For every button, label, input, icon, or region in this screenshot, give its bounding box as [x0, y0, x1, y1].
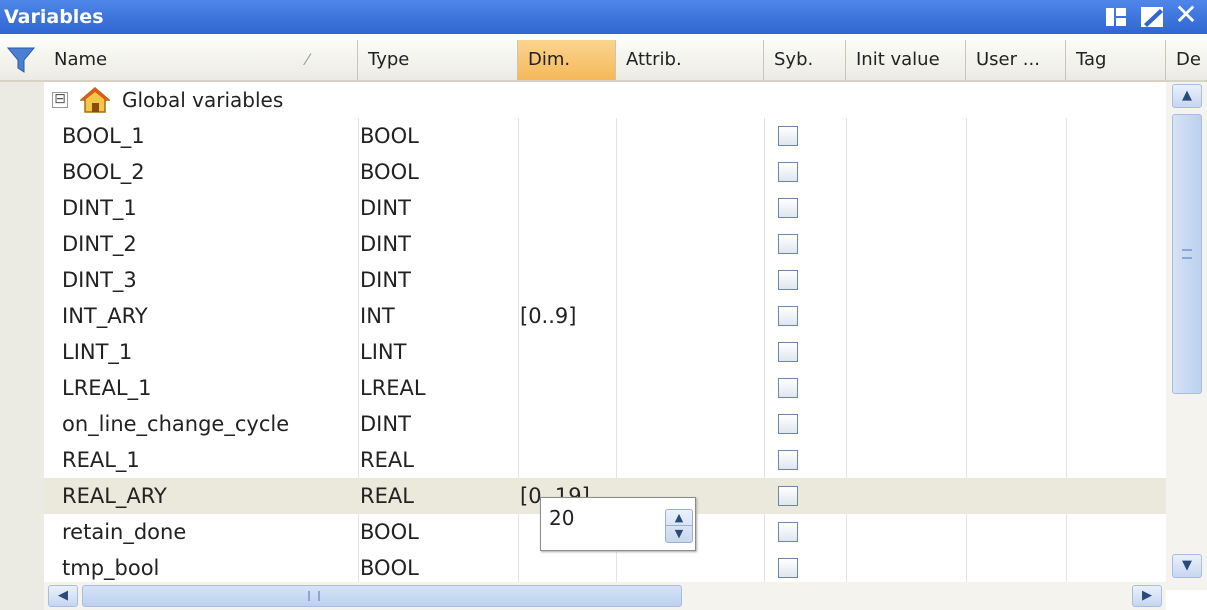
syb-checkbox[interactable] [778, 198, 798, 218]
syb-checkbox[interactable] [778, 378, 798, 398]
table-row[interactable]: DINT_1 DINT [44, 190, 1166, 226]
syb-checkbox[interactable] [778, 126, 798, 146]
header-type[interactable]: Type [358, 40, 518, 80]
panel-titlebar: Variables ✕ [0, 0, 1207, 34]
cell-name: INT_ARY [62, 304, 148, 328]
cell-name: DINT_2 [62, 232, 137, 256]
header-user[interactable]: User ... [966, 40, 1066, 80]
spin-up-icon[interactable]: ▲ [666, 510, 692, 526]
syb-checkbox[interactable] [778, 270, 798, 290]
header-user-label: User ... [976, 49, 1040, 70]
header-tag-label: Tag [1076, 49, 1107, 70]
table-row[interactable]: BOOL_1 BOOL [44, 118, 1166, 154]
syb-checkbox[interactable] [778, 306, 798, 326]
header-attrib[interactable]: Attrib. [616, 40, 764, 80]
column-header-row: Name ⁄ Type Dim. Attrib. Syb. Init value… [0, 40, 1207, 82]
table-row[interactable]: REAL_1 REAL [44, 442, 1166, 478]
cell-name: DINT_1 [62, 196, 137, 220]
syb-checkbox[interactable] [778, 234, 798, 254]
cell-type: BOOL [360, 160, 419, 184]
syb-checkbox[interactable] [778, 522, 798, 542]
scroll-right-icon[interactable]: ▶ [1132, 585, 1162, 607]
header-syb[interactable]: Syb. [764, 40, 846, 80]
cell-type: DINT [360, 196, 411, 220]
header-name[interactable]: Name ⁄ [44, 40, 358, 80]
cell-type: INT [360, 304, 395, 328]
table-row[interactable]: DINT_2 DINT [44, 226, 1166, 262]
home-icon [80, 87, 110, 113]
filter-button[interactable] [0, 40, 44, 80]
table-row[interactable]: on_line_change_cycle DINT [44, 406, 1166, 442]
pin-icon[interactable] [1104, 6, 1128, 28]
spin-down-icon[interactable]: ▼ [666, 526, 692, 542]
cell-name: DINT_3 [62, 268, 137, 292]
header-type-label: Type [368, 49, 410, 70]
panel-title: Variables [4, 6, 104, 28]
scroll-corner [0, 582, 44, 610]
spin-buttons[interactable]: ▲ ▼ [665, 509, 693, 543]
header-dim-label: Dim. [528, 49, 571, 70]
cell-name: on_line_change_cycle [62, 412, 290, 436]
header-dim[interactable]: Dim. [518, 40, 616, 80]
scroll-left-icon[interactable]: ◀ [48, 585, 78, 607]
cell-name: BOOL_1 [62, 124, 145, 148]
syb-checkbox[interactable] [778, 486, 798, 506]
group-row-global[interactable]: ⊟ Global variables [44, 82, 1166, 118]
cell-type: LREAL [360, 376, 426, 400]
vertical-scroll-thumb[interactable] [1172, 114, 1202, 394]
table-row[interactable]: BOOL_2 BOOL [44, 154, 1166, 190]
header-name-label: Name [54, 49, 108, 70]
close-icon[interactable]: ✕ [1172, 1, 1200, 29]
table-row[interactable]: LREAL_1 LREAL [44, 370, 1166, 406]
header-description[interactable]: De [1166, 40, 1207, 80]
cell-type: BOOL [360, 124, 419, 148]
collapse-icon[interactable]: ⊟ [52, 92, 68, 108]
header-syb-label: Syb. [774, 49, 814, 70]
cell-name: LINT_1 [62, 340, 133, 364]
spinner-value[interactable]: 20 [549, 506, 574, 530]
vertical-scrollbar[interactable]: ▲ ▼ [1166, 82, 1207, 590]
syb-checkbox[interactable] [778, 414, 798, 434]
cell-type: REAL [360, 484, 414, 508]
scroll-down-icon[interactable]: ▼ [1172, 554, 1202, 578]
group-label: Global variables [122, 88, 284, 112]
table-row[interactable]: INT_ARY INT [0..9] [44, 298, 1166, 334]
sort-ascending-icon: ⁄ [306, 50, 309, 69]
header-init-value-label: Init value [856, 49, 940, 70]
cell-type: DINT [360, 232, 411, 256]
table-row[interactable]: DINT_3 DINT [44, 262, 1166, 298]
row-gutter [0, 82, 44, 582]
dim-spinner-editor[interactable]: 20 ▲ ▼ [540, 497, 696, 551]
edit-icon[interactable] [1140, 6, 1166, 28]
table-row[interactable]: tmp_bool BOOL [44, 550, 1166, 582]
cell-name: REAL_ARY [62, 484, 167, 508]
cell-type: LINT [360, 340, 407, 364]
cell-name: REAL_1 [62, 448, 140, 472]
header-init-value[interactable]: Init value [846, 40, 966, 80]
cell-type: BOOL [360, 520, 419, 544]
syb-checkbox[interactable] [778, 162, 798, 182]
cell-name: BOOL_2 [62, 160, 145, 184]
cell-name: retain_done [62, 520, 187, 544]
header-tag[interactable]: Tag [1066, 40, 1166, 80]
syb-checkbox[interactable] [778, 450, 798, 470]
header-description-label: De [1176, 49, 1201, 70]
table-row[interactable]: LINT_1 LINT [44, 334, 1166, 370]
cell-type: DINT [360, 268, 411, 292]
cell-name: LREAL_1 [62, 376, 152, 400]
cell-dim: [0..9] [520, 304, 577, 328]
cell-type: BOOL [360, 556, 419, 580]
cell-name: tmp_bool [62, 556, 160, 580]
syb-checkbox[interactable] [778, 558, 798, 578]
horizontal-scrollbar[interactable]: ◀ ▶ [44, 582, 1166, 610]
horizontal-scroll-thumb[interactable] [82, 585, 682, 607]
syb-checkbox[interactable] [778, 342, 798, 362]
scroll-up-icon[interactable]: ▲ [1172, 84, 1202, 108]
header-attrib-label: Attrib. [626, 49, 682, 70]
cell-type: REAL [360, 448, 414, 472]
filter-icon[interactable] [6, 45, 36, 75]
cell-type: DINT [360, 412, 411, 436]
